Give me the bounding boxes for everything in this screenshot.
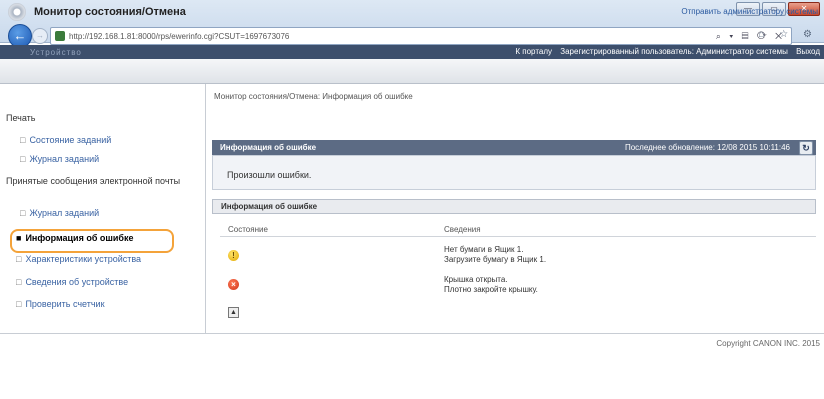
page-title: Монитор состояния/Отмена — [34, 6, 186, 18]
column-header-info: Сведения — [444, 225, 481, 234]
column-divider — [220, 236, 816, 237]
footer-divider — [0, 333, 824, 334]
breadcrumb: Монитор состояния/Отмена: Информация об … — [214, 92, 413, 101]
page-top-icon[interactable]: ▲ — [228, 307, 239, 318]
send-to-admin-link[interactable]: Отправить администратору системы — [681, 7, 818, 16]
table-row: Нет бумаги в Ящик 1. Загрузите бумагу в … — [444, 245, 546, 265]
sidebar-item-job-status[interactable]: □ Состояние заданий — [20, 135, 111, 145]
title-bar — [0, 59, 824, 84]
warning-icon: ! — [228, 250, 239, 261]
address-url[interactable]: http://192.168.1.81:8000/rps/ewerinfo.cg… — [69, 32, 289, 41]
table-row: Крышка открыта. Плотно закройте крышку. — [444, 275, 538, 295]
logout-link[interactable]: Выход — [796, 47, 820, 56]
row-message-line1: Крышка открыта. — [444, 275, 508, 284]
column-header-state: Состояние — [228, 225, 268, 234]
portal-link[interactable]: К порталу — [515, 47, 552, 56]
info-section-title: Информация об ошибке — [221, 202, 318, 211]
sidebar: Печать □ Состояние заданий □ Журнал задани… — [0, 84, 206, 334]
error-status-text: Произошли ошибки. — [227, 170, 312, 180]
logged-in-user: Зарегистрированный пользователь: Админис… — [560, 47, 788, 56]
sidebar-section-print: Печать — [6, 113, 36, 123]
forward-arrow-icon[interactable]: → — [32, 28, 48, 44]
address-bar[interactable]: http://192.168.1.81:8000/rps/ewerinfo.cg… — [50, 27, 792, 45]
top-navbar: Устройство К порталу Зарегистрированный … — [0, 45, 824, 59]
sidebar-section-email: Принятые сообщения электронной почты — [6, 176, 181, 186]
favicon-icon — [55, 31, 65, 41]
row-message-line1: Нет бумаги в Ящик 1. — [444, 245, 524, 254]
error-panel-header: Информация об ошибке Последнее обновлени… — [212, 140, 816, 155]
row-message-line2: Плотно закройте крышку. — [444, 285, 538, 294]
info-section-header: Информация об ошибке — [212, 199, 816, 214]
sidebar-item-email-log[interactable]: □ Журнал заданий — [20, 208, 99, 218]
sidebar-item-device-features[interactable]: □ Характеристики устройства — [16, 254, 141, 264]
device-label: Устройство — [30, 48, 82, 57]
sidebar-item-device-info[interactable]: □ Сведения об устройстве — [16, 277, 128, 287]
copyright-text: Copyright CANON INC. 2015 — [716, 339, 820, 348]
error-status-box: Произошли ошибки. — [212, 155, 816, 190]
toolbar-icons[interactable]: ⌂ ☆ ⚙ — [758, 29, 818, 40]
sidebar-item-check-counter[interactable]: □ Проверить счетчик — [16, 299, 105, 309]
selection-highlight — [10, 229, 174, 253]
error-panel-title: Информация об ошибке — [220, 143, 317, 152]
last-update: Последнее обновление: 12/08 2015 10:11:4… — [624, 143, 790, 152]
status-monitor-icon — [8, 3, 26, 21]
refresh-icon[interactable]: ↻ — [799, 141, 813, 155]
error-icon: × — [228, 279, 239, 290]
sidebar-item-job-log[interactable]: □ Журнал заданий — [20, 154, 99, 164]
row-message-line2: Загрузите бумагу в Ящик 1. — [444, 255, 547, 264]
